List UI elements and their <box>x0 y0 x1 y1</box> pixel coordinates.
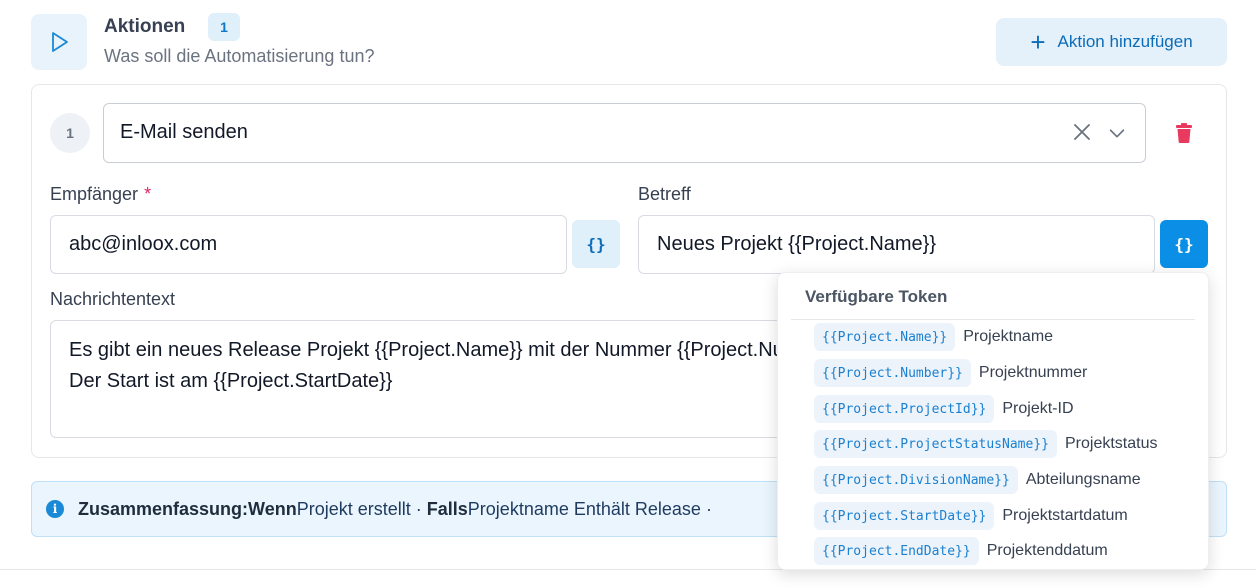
token-item[interactable]: {{Project.EndDate}} Projektenddatum <box>814 537 1108 565</box>
delete-action-icon[interactable] <box>1172 121 1196 145</box>
summary-if-label: Falls <box>426 498 468 519</box>
add-action-label: Aktion hinzufügen <box>1057 32 1193 51</box>
play-icon <box>52 32 68 52</box>
subject-value: Neues Projekt {{Project.Name}} <box>657 233 937 255</box>
braces-icon: {} <box>1174 234 1194 254</box>
divider <box>791 319 1195 320</box>
token-item[interactable]: {{Project.Number}} Projektnummer <box>814 359 1087 387</box>
message-label: Nachrichtentext <box>50 289 176 309</box>
chevron-down-icon[interactable] <box>1106 122 1128 144</box>
token-label: Projektstartdatum <box>1002 507 1128 524</box>
action-step-number: 1 <box>50 113 90 153</box>
subject-input[interactable]: Neues Projekt {{Project.Name}} <box>638 215 1155 274</box>
recipient-value: abc@inloox.com <box>69 233 218 255</box>
action-type-value: E-Mail senden <box>120 121 248 143</box>
recipient-token-button[interactable]: {} <box>572 220 620 268</box>
token-label: Abteilungsname <box>1025 471 1141 488</box>
token-item[interactable]: {{Project.ProjectId}} Projekt-ID <box>814 395 1074 423</box>
action-count-badge: 1 <box>208 13 240 41</box>
summary-when-value: Projekt erstellt <box>296 498 411 519</box>
subject-token-button[interactable]: {} <box>1160 220 1208 268</box>
token-label: Projektstatus <box>1064 435 1158 452</box>
section-title: Aktionen <box>104 16 186 37</box>
token-chip: {{Project.ProjectStatusName}} <box>814 430 1057 458</box>
token-chip: {{Project.DivisionName}} <box>814 466 1018 494</box>
recipient-label: Empfänger * <box>50 184 152 204</box>
summary-when-label: Wenn <box>248 498 297 519</box>
token-chip: {{Project.Name}} <box>814 323 956 351</box>
token-chip: {{Project.ProjectId}} <box>814 395 995 423</box>
token-chip: {{Project.StartDate}} <box>814 502 995 530</box>
section-subtitle: Was soll die Automatisierung tun? <box>104 46 375 66</box>
token-item[interactable]: {{Project.DivisionName}} Abteilungsname <box>814 466 1141 494</box>
braces-icon: {} <box>586 234 606 254</box>
token-chip: {{Project.EndDate}} <box>814 537 979 565</box>
token-item[interactable]: {{Project.ProjectStatusName}} Projektsta… <box>814 430 1157 458</box>
info-icon: i <box>46 500 64 518</box>
subject-label: Betreff <box>638 184 691 204</box>
token-popover: Verfügbare Token {{Project.Name}} Projek… <box>777 272 1209 570</box>
summary-separator: · <box>415 498 422 519</box>
token-label: Projektenddatum <box>986 542 1108 559</box>
required-marker: * <box>144 184 152 204</box>
token-item[interactable]: {{Project.Name}} Projektname <box>814 323 1053 351</box>
token-label: Projektnummer <box>978 364 1088 381</box>
summary-prefix: Zusammenfassung: <box>78 498 249 519</box>
action-type-select[interactable]: E-Mail senden <box>103 103 1146 163</box>
popover-title: Verfügbare Token <box>805 287 948 306</box>
token-chip: {{Project.Number}} <box>814 359 971 387</box>
actions-section-icon <box>31 14 87 70</box>
summary-if-value: Projektname Enthält Release <box>467 498 701 519</box>
summary-separator: · <box>705 498 712 519</box>
token-label: Projekt-ID <box>1002 400 1074 417</box>
add-action-button[interactable]: + Aktion hinzufügen <box>996 18 1227 66</box>
token-label: Projektname <box>963 328 1054 345</box>
clear-icon[interactable] <box>1070 120 1094 144</box>
recipient-input[interactable]: abc@inloox.com <box>50 215 567 274</box>
plus-icon: + <box>1030 27 1046 57</box>
token-item[interactable]: {{Project.StartDate}} Projektstartdatum <box>814 502 1128 530</box>
